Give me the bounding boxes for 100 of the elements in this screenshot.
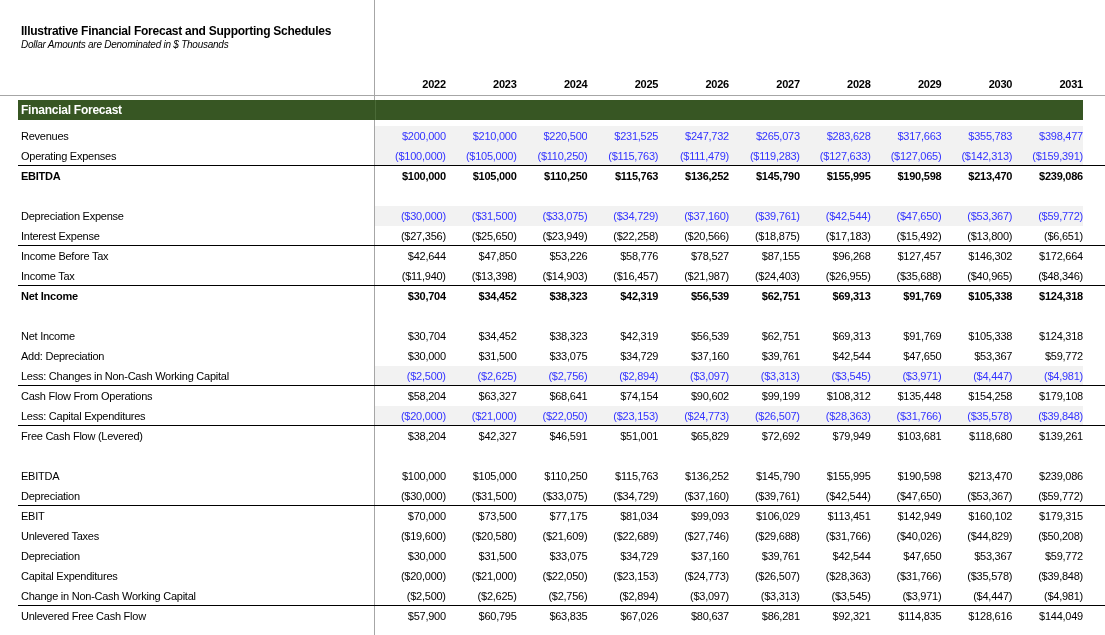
table-cell: ($115,763)	[587, 146, 659, 165]
table-cell-text: $46,591	[548, 429, 588, 444]
table-cell-text: $105,000	[471, 169, 517, 184]
row-label: Cash Flow From Operations	[21, 390, 153, 402]
table-cell-text: $70,000	[406, 509, 446, 524]
table-cell-text: $77,175	[548, 509, 588, 524]
table-cell: ($4,981)	[1012, 366, 1083, 385]
table-cell-text: ($26,955)	[824, 268, 871, 284]
table-cell: ($42,544)	[799, 206, 871, 226]
table-cell-text: ($48,346)	[1037, 268, 1083, 284]
table-cell: ($59,772)	[1012, 206, 1083, 226]
table-cell-text: $136,252	[684, 169, 729, 184]
table-cell: ($2,756)	[516, 366, 588, 385]
table-cell-text: $30,704	[406, 329, 446, 344]
table-cell-text: $142,949	[896, 509, 942, 524]
table-cell-text: ($47,650)	[895, 488, 942, 504]
table-cell-text: ($15,492)	[895, 228, 942, 244]
table-cell-text: $39,761	[760, 349, 800, 364]
table-cell-text: ($21,609)	[541, 529, 588, 544]
row-label: Income Tax	[21, 269, 75, 282]
table-cell-text: $160,102	[967, 509, 1013, 524]
table-cell: $247,732	[658, 126, 729, 146]
table-cell-text: $99,093	[689, 509, 729, 524]
table-cell-text: $118,680	[968, 429, 1013, 444]
table-cell-text: $59,772	[1043, 549, 1083, 564]
table-cell-text: ($2,756)	[547, 588, 588, 604]
table-cell-text: ($14,903)	[541, 268, 588, 284]
table-cell-text: ($16,457)	[612, 268, 659, 284]
table-cell-text: $69,313	[831, 329, 871, 344]
table-cell-text: $190,598	[896, 469, 942, 484]
table-cell: ($34,729)	[587, 206, 659, 226]
year-header: 2028	[846, 78, 871, 92]
table-cell-text: $56,539	[689, 289, 729, 304]
table-cell: ($110,250)	[516, 146, 588, 165]
table-cell-text: $69,313	[831, 289, 871, 304]
table-cell-text: $68,641	[548, 389, 588, 404]
table-cell-text: $106,029	[754, 509, 800, 524]
table-cell-text: ($24,773)	[683, 569, 729, 584]
table-cell-text: $42,319	[619, 289, 659, 304]
table-cell-text: $145,790	[754, 469, 800, 484]
table-cell: $200,000	[375, 126, 446, 146]
table-cell-text: $78,527	[689, 249, 729, 264]
table-cell-text: $144,049	[1038, 609, 1083, 624]
year-header: 2024	[562, 78, 588, 92]
table-cell-text: $79,949	[831, 429, 871, 444]
table-cell: ($21,000)	[445, 406, 517, 425]
row-label: EBIT	[21, 510, 45, 522]
section-header: Financial Forecast	[18, 100, 1083, 120]
table-cell-text: $91,769	[902, 329, 942, 344]
table-cell: ($127,633)	[799, 146, 871, 165]
table-cell: ($26,507)	[729, 406, 800, 425]
row-label: Less: Capital Expenditures	[21, 409, 146, 422]
table-cell-text: $81,034	[619, 509, 659, 524]
table-cell-text: $56,539	[689, 329, 729, 344]
table-cell-text: ($39,761)	[753, 488, 800, 504]
row-label: Operating Expenses	[21, 149, 117, 162]
table-cell-text: $145,790	[754, 169, 800, 184]
table-cell-text: $58,776	[619, 249, 659, 264]
table-cell-text: $67,026	[619, 609, 659, 624]
table-cell-text: ($50,208)	[1037, 529, 1083, 544]
table-cell-text: $155,995	[825, 469, 871, 484]
table-cell-text: $65,829	[689, 429, 729, 444]
year-header: 2022	[421, 78, 446, 92]
table-cell-text: $80,637	[689, 609, 729, 624]
table-cell-text: $239,086	[1038, 169, 1083, 184]
table-cell-text: $74,154	[619, 389, 659, 404]
table-cell-text: $42,319	[619, 329, 659, 344]
table-cell-text: $30,704	[406, 289, 446, 304]
table-cell-text: $42,544	[831, 549, 871, 564]
table-cell-text: ($23,949)	[541, 228, 588, 244]
table-cell-text: $100,000	[400, 469, 446, 484]
table-cell: ($24,773)	[658, 406, 729, 425]
table-cell: $231,525	[587, 126, 659, 146]
table-cell: $210,000	[445, 126, 517, 146]
table-cell-text: $42,544	[831, 349, 871, 364]
table-cell-text: $47,650	[902, 349, 942, 364]
table-cell-text: ($39,848)	[1037, 569, 1083, 584]
row-label: Depreciation	[21, 489, 80, 502]
year-header: 2023	[492, 78, 517, 92]
table-cell-text: $105,000	[471, 469, 517, 484]
table-cell-text: ($3,097)	[689, 588, 729, 604]
table-cell-text: ($20,566)	[683, 228, 729, 244]
table-cell-text: $105,338	[967, 329, 1013, 344]
table-cell-text: ($40,965)	[966, 268, 1013, 284]
row-label: Less: Changes in Non-Cash Working Capital	[21, 369, 229, 382]
row-label: Depreciation Expense	[21, 210, 124, 222]
year-header: 2026	[704, 78, 729, 92]
table-cell-text: $51,001	[619, 429, 659, 444]
table-cell-text: $103,681	[896, 429, 942, 444]
table-cell-text: ($23,153)	[612, 569, 659, 584]
table-cell-text: $39,761	[760, 549, 800, 564]
table-cell-text: ($33,075)	[541, 488, 588, 504]
table-cell-text: $34,452	[477, 329, 517, 344]
table-cell-text: $99,199	[760, 389, 800, 404]
table-cell-text: $115,763	[613, 169, 659, 184]
table-cell: ($37,160)	[658, 206, 729, 226]
table-cell-text: ($13,398)	[470, 268, 517, 284]
table-cell-text: $37,160	[689, 349, 729, 364]
table-cell: ($142,313)	[941, 146, 1013, 165]
table-cell-text: ($42,544)	[824, 488, 871, 504]
